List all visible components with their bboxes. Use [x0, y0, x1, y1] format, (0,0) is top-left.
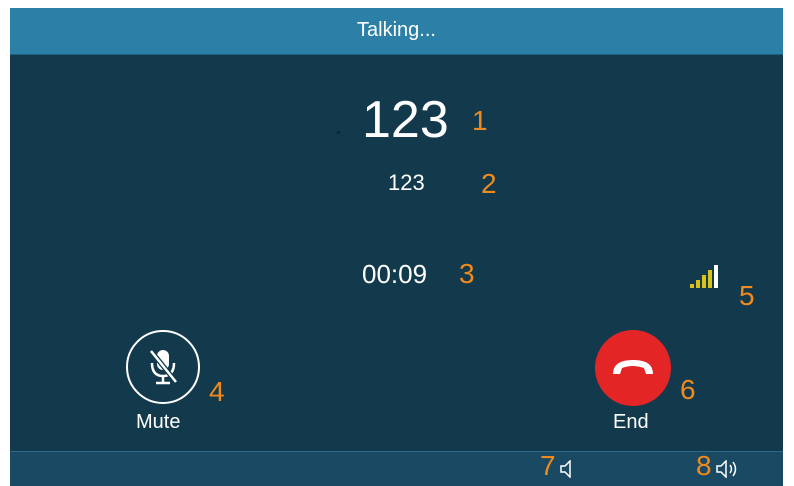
annotation-4: 4: [209, 376, 225, 407]
soft-key-bar: [10, 451, 783, 486]
speaker-low-icon: [560, 460, 571, 478]
annotation-2: 2: [481, 168, 497, 199]
signal-strength-icon: [690, 262, 730, 292]
phone-screen: Talking... 123 1 123 2 00:09 3 5 4 Mute: [10, 8, 783, 486]
title-bar: Talking...: [10, 8, 783, 55]
volume-down-softkey[interactable]: 7: [540, 450, 590, 481]
signal-bar-3: [702, 275, 706, 288]
end-label: End: [613, 411, 649, 433]
annotation-7: 7: [540, 450, 556, 481]
microphone-muted-icon: [149, 349, 178, 385]
speaker-high-icon: [716, 460, 737, 478]
dot-artifact: [337, 131, 340, 134]
call-status: Talking...: [357, 19, 436, 41]
annotation-1: 1: [472, 105, 488, 136]
caller-name: 123: [388, 170, 425, 195]
mute-label: Mute: [136, 411, 181, 433]
mute-button[interactable]: [126, 330, 200, 404]
call-duration: 00:09: [362, 259, 428, 289]
volume-up-softkey[interactable]: 8: [696, 450, 746, 481]
annotation-5: 5: [739, 280, 755, 311]
caller-number: 123: [362, 91, 449, 149]
signal-bar-4: [708, 270, 712, 288]
signal-bar-2: [696, 280, 700, 288]
hang-up-icon: [613, 360, 653, 374]
annotation-8: 8: [696, 450, 712, 481]
signal-bar-5: [714, 265, 718, 288]
signal-bar-1: [690, 284, 694, 288]
end-call-button[interactable]: [595, 330, 671, 406]
annotation-6: 6: [680, 374, 696, 405]
annotation-3: 3: [459, 258, 475, 289]
